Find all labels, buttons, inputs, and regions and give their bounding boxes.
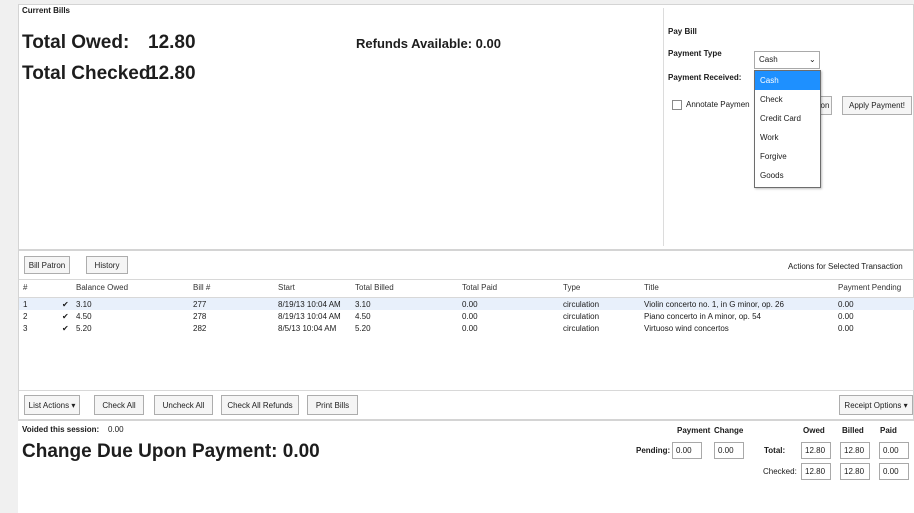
current-bills-label: Current Bills xyxy=(22,6,71,15)
list-bottom-divider xyxy=(19,390,914,391)
check-all-refunds-button[interactable]: Check All Refunds xyxy=(221,395,299,415)
option-forgive[interactable]: Forgive xyxy=(755,147,820,166)
row-paid: 0.00 xyxy=(462,324,478,333)
payment-type-select[interactable]: Cash ⌄ xyxy=(754,51,820,69)
billed-header: Billed xyxy=(842,426,864,435)
bills-grid-panel xyxy=(18,250,914,420)
annotate-payment-label: Annotate Paymen xyxy=(686,100,750,109)
total-owed-field: 12.80 xyxy=(801,442,831,459)
row-start: 8/19/13 10:04 AM xyxy=(278,312,341,321)
row-billed: 3.10 xyxy=(355,300,371,309)
checked-billed-field: 12.80 xyxy=(840,463,870,480)
checked-owed-field: 12.80 xyxy=(801,463,831,480)
col-type[interactable]: Type xyxy=(563,283,580,292)
option-check[interactable]: Check xyxy=(755,90,820,109)
row-pending: 0.00 xyxy=(838,300,854,309)
row-paid: 0.00 xyxy=(462,300,478,309)
owed-header: Owed xyxy=(803,426,825,435)
col-title[interactable]: Title xyxy=(644,283,659,292)
receipt-options-button[interactable]: Receipt Options ▾ xyxy=(839,395,913,415)
row-balance: 5.20 xyxy=(76,324,92,333)
col-balance-owed[interactable]: Balance Owed xyxy=(76,283,128,292)
row-billed: 4.50 xyxy=(355,312,371,321)
row-balance: 3.10 xyxy=(76,300,92,309)
col-bill-number[interactable]: Bill # xyxy=(193,283,210,292)
col-payment-pending[interactable]: Payment Pending xyxy=(838,283,901,292)
total-checked-label: Total Checked: xyxy=(22,63,157,84)
total-owed-label: Total Owed: xyxy=(22,32,130,53)
pending-label: Pending: xyxy=(636,446,671,455)
row-type: circulation xyxy=(563,312,600,321)
row-title: Virtuoso wind concertos xyxy=(644,324,729,333)
payment-type-label: Payment Type xyxy=(668,49,722,58)
col-number[interactable]: # xyxy=(23,283,27,292)
paid-header: Paid xyxy=(880,426,897,435)
row-balance: 4.50 xyxy=(76,312,92,321)
row-billed: 5.20 xyxy=(355,324,371,333)
voided-value: 0.00 xyxy=(108,425,124,434)
checked-label: Checked: xyxy=(763,467,797,476)
row-number: 1 xyxy=(23,300,28,309)
row-check-icon[interactable]: ✔ xyxy=(62,312,69,321)
total-billed-field: 12.80 xyxy=(840,442,870,459)
check-all-button[interactable]: Check All xyxy=(94,395,144,415)
voided-label: Voided this session: xyxy=(22,425,100,434)
row-type: circulation xyxy=(563,300,600,309)
row-pending: 0.00 xyxy=(838,324,854,333)
row-check-icon[interactable]: ✔ xyxy=(62,300,69,309)
row-type: circulation xyxy=(563,324,600,333)
history-button[interactable]: History xyxy=(86,256,128,274)
apply-payment-button[interactable]: Apply Payment! xyxy=(842,96,912,115)
payment-received-label: Payment Received: xyxy=(668,73,742,82)
row-bill: 278 xyxy=(193,312,207,321)
option-cash[interactable]: Cash xyxy=(755,71,820,90)
refunds-available: Refunds Available: 0.00 xyxy=(356,36,501,51)
checked-paid-field: 0.00 xyxy=(879,463,909,480)
bill-patron-button[interactable]: Bill Patron xyxy=(24,256,70,274)
pending-payment-field[interactable]: 0.00 xyxy=(672,442,702,459)
annotate-payment-checkbox[interactable] xyxy=(672,100,682,110)
list-actions-button[interactable]: List Actions ▾ xyxy=(24,395,80,415)
total-owed-value: 12.80 xyxy=(148,32,196,53)
pay-bill-label: Pay Bill xyxy=(668,27,697,36)
row-start: 8/5/13 10:04 AM xyxy=(278,324,337,333)
col-total-billed[interactable]: Total Billed xyxy=(355,283,394,292)
row-title: Violin concerto no. 1, in G minor, op. 2… xyxy=(644,300,784,309)
col-total-paid[interactable]: Total Paid xyxy=(462,283,497,292)
print-bills-button[interactable]: Print Bills xyxy=(307,395,358,415)
option-credit-card[interactable]: Credit Card xyxy=(755,109,820,128)
payment-type-dropdown[interactable]: Cash Check Credit Card Work Forgive Good… xyxy=(754,70,821,188)
option-work[interactable]: Work xyxy=(755,128,820,147)
grid-divider xyxy=(19,279,914,280)
total-checked-value: 12.80 xyxy=(148,63,196,84)
payment-header: Payment xyxy=(677,426,711,435)
change-header: Change xyxy=(714,426,744,435)
payment-type-value: Cash xyxy=(759,55,778,64)
row-check-icon[interactable]: ✔ xyxy=(62,324,69,333)
row-title: Piano concerto in A minor, op. 54 xyxy=(644,312,761,321)
row-bill: 277 xyxy=(193,300,207,309)
total-paid-field: 0.00 xyxy=(879,442,909,459)
row-paid: 0.00 xyxy=(462,312,478,321)
row-bill: 282 xyxy=(193,324,207,333)
row-number: 2 xyxy=(23,312,28,321)
pending-change-field[interactable]: 0.00 xyxy=(714,442,744,459)
uncheck-all-button[interactable]: Uncheck All xyxy=(154,395,213,415)
row-start: 8/19/13 10:04 AM xyxy=(278,300,341,309)
row-number: 3 xyxy=(23,324,28,333)
chevron-down-icon: ⌄ xyxy=(809,55,816,64)
col-start[interactable]: Start xyxy=(278,283,295,292)
change-due-label: Change Due Upon Payment: 0.00 xyxy=(22,441,320,462)
option-goods[interactable]: Goods xyxy=(755,166,820,185)
total-label: Total: xyxy=(764,446,786,455)
actions-selected-menu[interactable]: Actions for Selected Transaction xyxy=(788,262,903,271)
row-pending: 0.00 xyxy=(838,312,854,321)
